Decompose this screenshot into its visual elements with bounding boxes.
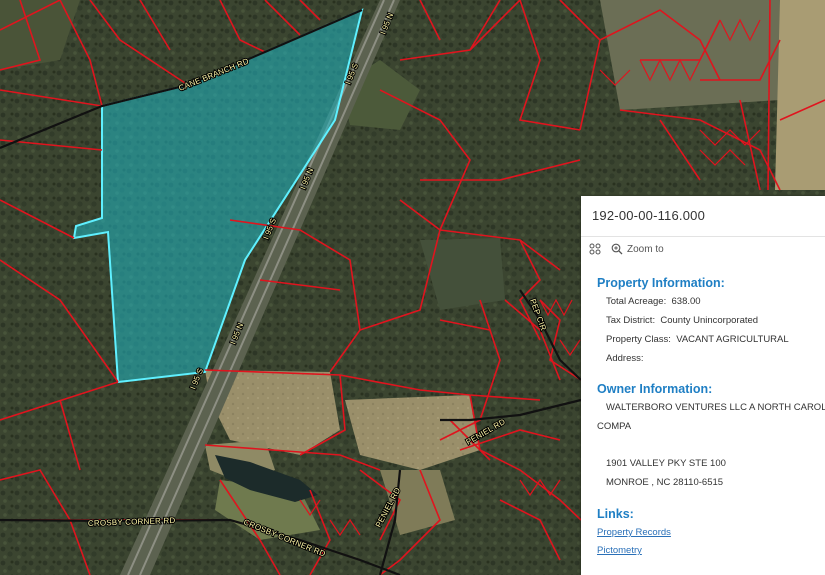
property-class-label: Property Class: [606, 334, 671, 345]
parcel-info-popup: 192-00-00-116.000 Zoom to Property Infor… [581, 196, 825, 575]
owner-name-line2: COMPA [597, 421, 632, 432]
popup-title: 192-00-00-116.000 [592, 208, 706, 223]
popup-actions: Zoom to [589, 243, 664, 255]
property-records-link[interactable]: Property Records [597, 527, 671, 538]
zoom-to-label: Zoom to [627, 243, 664, 255]
owner-address-line2: MONROE , NC 28110-6515 [606, 477, 724, 488]
owner-address-line1: 1901 VALLEY PKY STE 100 [606, 458, 726, 469]
acreage-label: Total Acreage: [606, 296, 667, 307]
property-class-row: Property Class: VACANT AGRICULTURAL [606, 334, 789, 345]
property-class-value: VACANT AGRICULTURAL [676, 334, 789, 345]
popup-divider [581, 236, 825, 237]
property-info-heading: Property Information: [597, 276, 725, 290]
acreage-value: 638.00 [671, 296, 701, 307]
address-label: Address: [606, 353, 644, 364]
zoom-to-button[interactable]: Zoom to [611, 243, 664, 255]
pictometry-link[interactable]: Pictometry [597, 545, 642, 556]
tax-district-row: Tax District: County Unincorporated [606, 315, 758, 326]
address-row: Address: [606, 353, 644, 364]
owner-info-heading: Owner Information: [597, 382, 713, 396]
grid-icon [589, 243, 601, 255]
owner-name-line1: WALTERBORO VENTURES LLC A NORTH CAROLINA [606, 402, 825, 413]
zoom-in-icon [611, 243, 623, 255]
tax-district-label: Tax District: [606, 315, 656, 326]
acreage-row: Total Acreage: 638.00 [606, 296, 701, 307]
tax-district-value: County Unincorporated [660, 315, 759, 326]
popup-menu-button[interactable] [589, 243, 601, 255]
links-heading: Links: [597, 507, 634, 521]
